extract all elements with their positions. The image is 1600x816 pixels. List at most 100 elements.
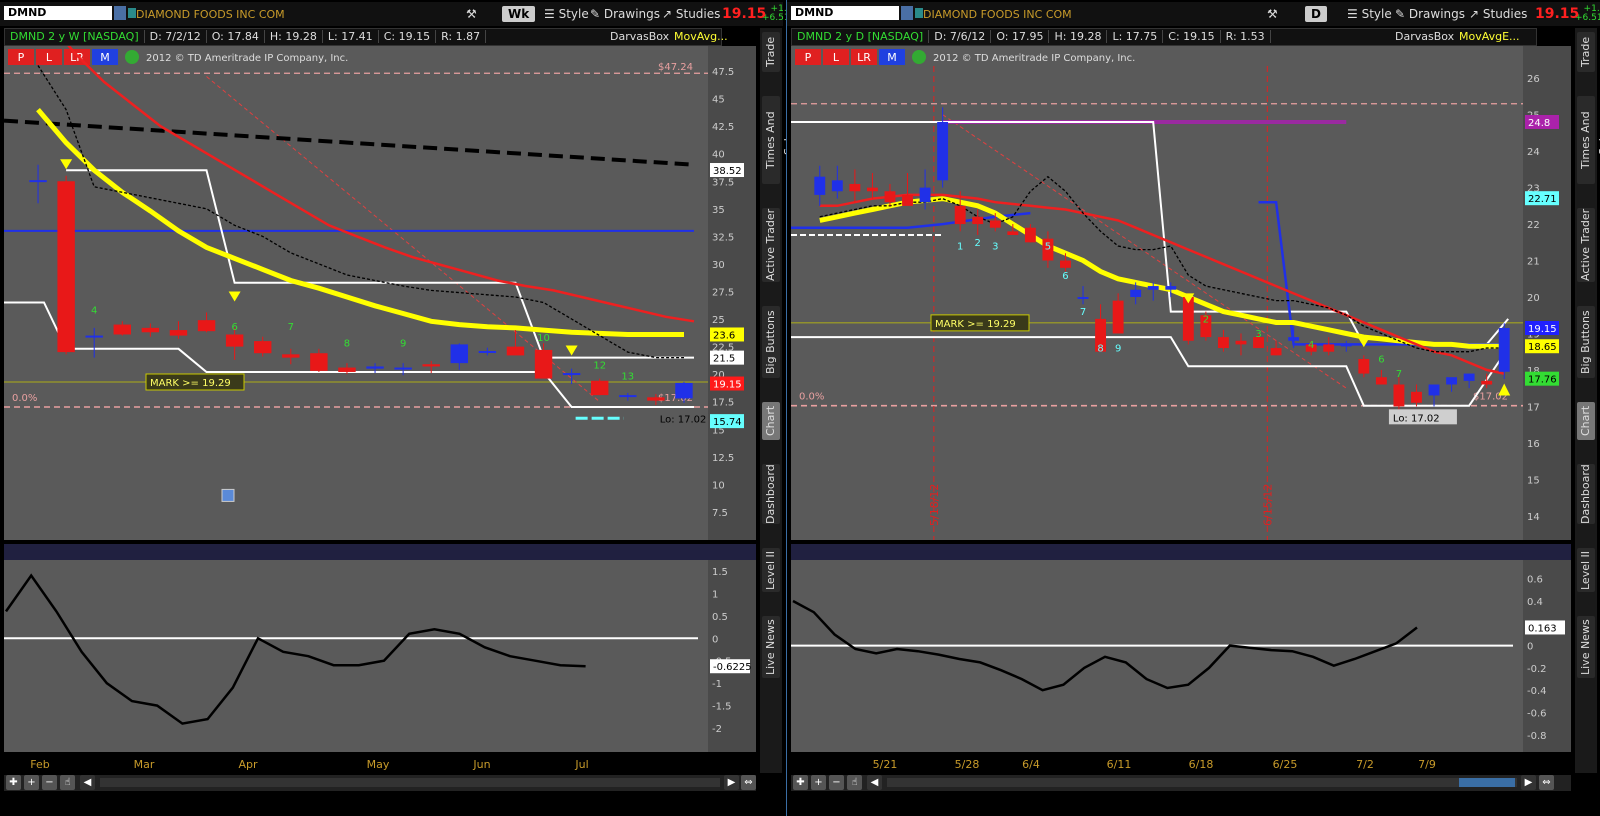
count-label: 5 <box>1045 242 1051 253</box>
lo-label: Lo: 17.02 <box>1393 413 1440 424</box>
zoom-in-icon[interactable]: + <box>811 775 826 790</box>
zoom-out-icon[interactable]: − <box>829 775 844 790</box>
right-price-chart[interactable]: 26252423222120191817161514PLLRM2012 © TD… <box>791 46 1571 540</box>
month-label: Feb <box>30 758 49 771</box>
count-label: 9 <box>1115 344 1121 355</box>
left-lower-study[interactable]: 1.510.50-0.5-1-1.5-2-0.6225 <box>4 544 756 752</box>
button-label[interactable]: M <box>887 51 897 64</box>
left-last-price: 19.15 <box>722 6 767 22</box>
button-label[interactable]: L <box>46 51 53 64</box>
scroll-left-icon[interactable]: ◀ <box>80 775 95 790</box>
candle-body <box>1007 231 1019 236</box>
candle-body <box>591 380 609 396</box>
button-label[interactable]: LR <box>857 51 871 64</box>
study-darvasbox[interactable]: DarvasBox <box>1390 29 1459 45</box>
scroll-track[interactable] <box>887 778 1517 787</box>
price-tick-label: 47.5 <box>712 67 734 78</box>
side-tab-chart[interactable]: Chart <box>1577 402 1595 440</box>
scroll-right-icon[interactable]: ▶ <box>1521 775 1536 790</box>
pin-icon[interactable]: ⚒ <box>466 6 477 22</box>
candle-body <box>1375 377 1387 385</box>
axis-badge-label: 19.15 <box>1528 324 1557 335</box>
right-aggregation-button[interactable]: D <box>1305 6 1327 22</box>
lower-tick-label: -0.4 <box>1527 686 1547 697</box>
side-tab-big-buttons[interactable]: Big Buttons <box>762 306 780 378</box>
candle-body <box>1270 348 1282 356</box>
pan-icon[interactable]: ✚ <box>793 775 808 790</box>
hand-icon[interactable]: ☝ <box>847 775 862 790</box>
right-info-bar: DMND 2 y D [NASDAQ] D: 7/6/12 O: 17.95 H: 1… <box>791 28 1537 46</box>
count-label: 9 <box>400 339 406 350</box>
info-icon <box>912 50 926 64</box>
side-tab-level-ii[interactable]: Level II <box>762 548 780 592</box>
button-label[interactable]: P <box>18 51 25 64</box>
right-drawings-menu[interactable]: ✎ Drawings <box>1395 6 1465 22</box>
right-lower-study[interactable]: 0.60.40.20-0.2-0.4-0.6-0.80.163 <box>791 544 1571 752</box>
scroll-thumb[interactable] <box>1459 778 1515 787</box>
side-tab-active-trader[interactable]: Active Trader <box>1577 208 1595 282</box>
side-tab-live-news[interactable]: Live News <box>762 616 780 678</box>
side-tab-times-and-sales[interactable]: Times And Sales <box>1577 96 1600 184</box>
copyright: 2012 © TD Ameritrade IP Company, Inc. <box>933 53 1135 64</box>
side-tab-trade[interactable]: Trade <box>1577 32 1595 72</box>
side-tab-trade[interactable]: Trade <box>762 32 780 72</box>
lower-tick-label: -1 <box>712 679 722 690</box>
side-tab-big-buttons[interactable]: Big Buttons <box>1577 306 1595 378</box>
left-style-menu[interactable]: ☰ Style <box>544 6 589 22</box>
info-date: D: 7/2/12 <box>144 30 207 43</box>
left-symbol-dropdown-icon[interactable] <box>114 6 126 20</box>
left-symbol-input[interactable]: DMND <box>4 6 112 20</box>
side-tab-live-news[interactable]: Live News <box>1577 616 1595 678</box>
lower-value-label: 0.163 <box>1528 623 1557 634</box>
button-label[interactable]: L <box>833 51 840 64</box>
style-icon: ☰ <box>1347 7 1362 21</box>
zoom-in-icon[interactable]: + <box>24 775 39 790</box>
pin-icon[interactable]: ⚒ <box>1267 6 1278 22</box>
info-range: R: 1.87 <box>436 30 487 43</box>
candle-body <box>1112 300 1124 334</box>
candle-body <box>254 341 272 354</box>
side-tab-chart[interactable]: Chart <box>762 402 780 440</box>
scroll-left-icon[interactable]: ◀ <box>867 775 882 790</box>
price-tick-label: 24 <box>1527 147 1540 158</box>
scroll-right-icon[interactable]: ▶ <box>724 775 739 790</box>
left-date-axis: Feb Mar Apr May Jun Jul <box>30 758 588 771</box>
right-studies-menu[interactable]: ↗ Studies <box>1469 6 1527 22</box>
right-style-menu[interactable]: ☰ Style <box>1347 6 1392 22</box>
button-label[interactable]: P <box>805 51 812 64</box>
side-tab-dashboard[interactable]: Dashboard <box>1577 464 1595 524</box>
left-drawings-menu[interactable]: ✎ Drawings <box>590 6 660 22</box>
scroll-track[interactable] <box>100 778 720 787</box>
study-darvasbox[interactable]: DarvasBox <box>605 29 674 45</box>
button-label[interactable]: M <box>100 51 110 64</box>
link-icon[interactable] <box>128 8 136 18</box>
left-aggregation-button[interactable]: Wk <box>502 6 536 22</box>
side-tab-dashboard[interactable]: Dashboard <box>762 464 780 524</box>
candle-body <box>282 354 300 358</box>
candle-body <box>338 367 356 372</box>
lower-tick-label: -0.2 <box>1527 664 1547 675</box>
link-icon[interactable] <box>915 8 923 18</box>
side-tab-times-and-sales[interactable]: Times And Sales <box>762 96 795 184</box>
left-studies-menu[interactable]: ↗ Studies <box>662 6 720 22</box>
right-scroll-bar[interactable]: ✚ + − ☝ ◀ ▶ ⇔ <box>791 775 1571 791</box>
left-price-chart[interactable]: 47.54542.54037.53532.53027.52522.52017.5… <box>4 46 756 540</box>
candle-body <box>141 327 160 333</box>
study-movavg[interactable]: MovAvgE... <box>1454 29 1525 45</box>
right-date-axis: 5/21 5/28 6/4 6/11 6/18 6/25 7/2 7/9 <box>873 758 1436 771</box>
candle-body <box>534 349 553 379</box>
zoom-out-icon[interactable]: − <box>42 775 57 790</box>
right-symbol-dropdown-icon[interactable] <box>901 6 913 20</box>
study-movavg[interactable]: MovAvg... <box>669 29 733 45</box>
right-symbol-input[interactable]: DMND <box>791 6 899 20</box>
expand-icon[interactable]: ⇔ <box>1539 775 1554 790</box>
expand-icon[interactable]: ⇔ <box>741 775 756 790</box>
hand-icon[interactable]: ☝ <box>60 775 75 790</box>
side-tab-level-ii[interactable]: Level II <box>1577 548 1595 592</box>
pan-icon[interactable]: ✚ <box>6 775 21 790</box>
left-scroll-bar[interactable]: ✚ + − ☝ ◀ ▶ ⇔ <box>4 775 756 791</box>
info-open: O: 17.95 <box>991 30 1050 43</box>
info-high: H: 19.28 <box>264 30 323 43</box>
side-tab-active-trader[interactable]: Active Trader <box>762 208 780 282</box>
count-label: 1 <box>957 242 963 253</box>
